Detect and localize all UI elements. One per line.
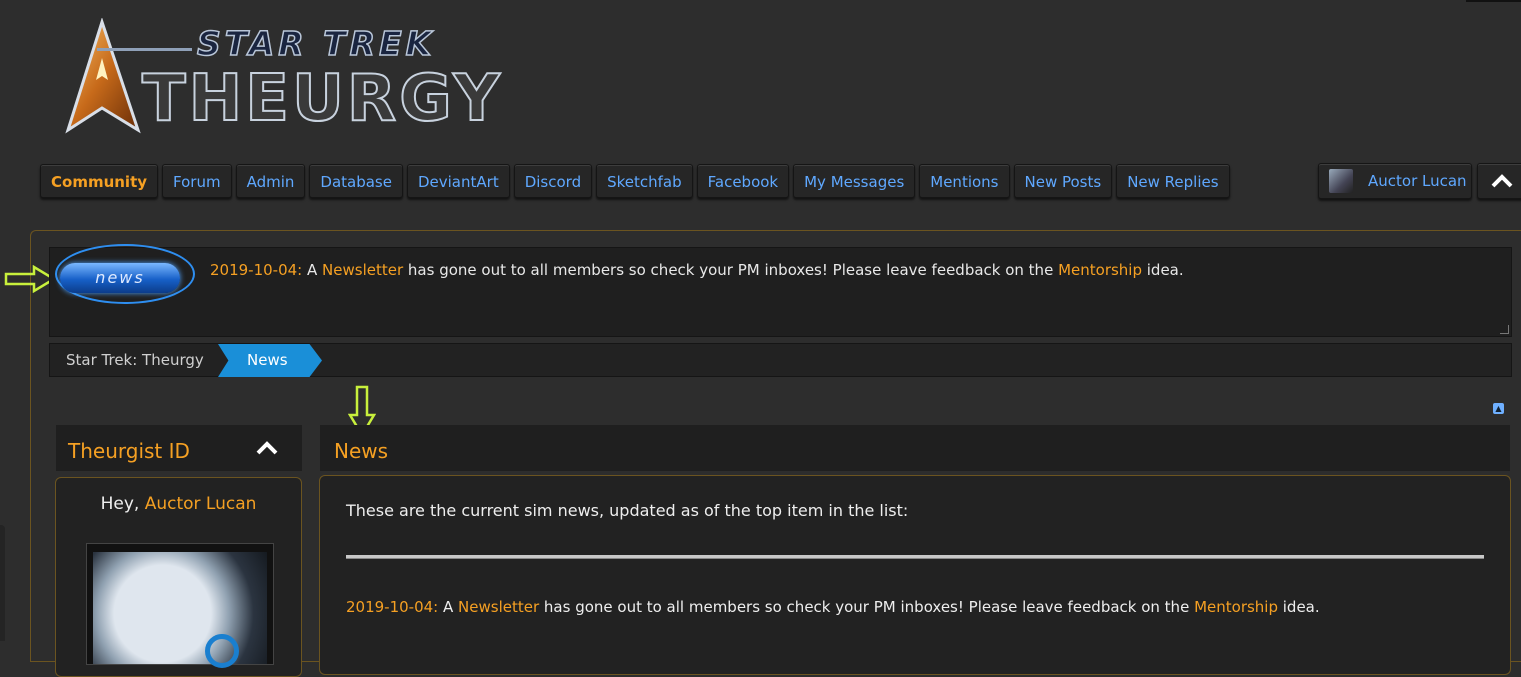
notice-date: 2019-10-04: bbox=[210, 261, 303, 279]
chevron-up-icon bbox=[1491, 174, 1513, 188]
breadcrumb: Star Trek: Theurgy News bbox=[49, 343, 1512, 377]
sidebar-header: Theurgist ID bbox=[56, 425, 302, 471]
nav-tab-facebook[interactable]: Facebook bbox=[696, 164, 790, 198]
collapse-header-button[interactable] bbox=[1477, 163, 1521, 199]
main-panel: These are the current sim news, updated … bbox=[319, 475, 1511, 675]
nav-tab-sketchfab[interactable]: Sketchfab bbox=[596, 164, 693, 198]
scroll-top-icon[interactable]: ▲ bbox=[1493, 403, 1504, 414]
window-edge bbox=[0, 525, 5, 641]
page-title: News bbox=[334, 439, 389, 463]
mentorship-link[interactable]: Mentorship bbox=[1194, 598, 1278, 616]
window-edge bbox=[1466, 0, 1521, 2]
nav-tab-discord[interactable]: Discord bbox=[513, 164, 593, 198]
newsletter-link[interactable]: Newsletter bbox=[322, 261, 403, 279]
nav-tab-new-posts[interactable]: New Posts bbox=[1013, 164, 1113, 198]
user-menu-button[interactable]: Auctor Lucan bbox=[1318, 163, 1472, 199]
nav-tab-deviantart[interactable]: DeviantArt bbox=[406, 164, 510, 198]
nav-tab-forum[interactable]: Forum bbox=[162, 164, 232, 198]
resize-handle[interactable] bbox=[1500, 325, 1509, 334]
news-intro: These are the current sim news, updated … bbox=[346, 501, 909, 520]
main-nav: Community Forum Admin Database DeviantAr… bbox=[40, 164, 1230, 198]
nav-tab-mentions[interactable]: Mentions bbox=[919, 164, 1010, 198]
user-menu-name: Auctor Lucan bbox=[1368, 172, 1467, 190]
news-item-date: 2019-10-04: bbox=[346, 598, 439, 616]
sidebar-panel: Hey, Auctor Lucan bbox=[55, 477, 302, 677]
news-item: 2019-10-04: A Newsletter has gone out to… bbox=[346, 598, 1320, 616]
nav-tab-community[interactable]: Community bbox=[40, 164, 159, 198]
logo-title-line1: STAR TREK bbox=[96, 23, 436, 64]
news-notice-text: 2019-10-04: A Newsletter has gone out to… bbox=[210, 261, 1184, 279]
chevron-up-icon[interactable] bbox=[256, 441, 278, 455]
divider bbox=[346, 555, 1484, 559]
breadcrumb-current[interactable]: News bbox=[218, 344, 322, 377]
user-avatar-thumb bbox=[1329, 169, 1353, 193]
nav-tab-database[interactable]: Database bbox=[309, 164, 403, 198]
nav-tab-my-messages[interactable]: My Messages bbox=[793, 164, 916, 198]
nav-tab-admin[interactable]: Admin bbox=[235, 164, 306, 198]
news-notice-box: news 2019-10-04: A Newsletter has gone o… bbox=[49, 244, 1512, 337]
mentorship-link[interactable]: Mentorship bbox=[1058, 261, 1142, 279]
news-badge-button[interactable]: news bbox=[60, 263, 180, 293]
nav-tab-new-replies[interactable]: New Replies bbox=[1116, 164, 1230, 198]
newsletter-link[interactable]: Newsletter bbox=[458, 598, 539, 616]
starfleet-delta-icon bbox=[65, 18, 141, 134]
sidebar-greeting: Hey, Auctor Lucan bbox=[100, 494, 257, 514]
logo-title-line2: THEURGY bbox=[141, 61, 503, 137]
avatar[interactable] bbox=[86, 543, 274, 668]
breadcrumb-home-link[interactable]: Star Trek: Theurgy bbox=[66, 344, 204, 377]
sidebar-title: Theurgist ID bbox=[68, 439, 190, 463]
main-header: News bbox=[320, 425, 1510, 471]
sidebar-user-link[interactable]: Auctor Lucan bbox=[145, 494, 257, 514]
site-logo[interactable]: STAR TREK THEURGY bbox=[62, 18, 562, 138]
